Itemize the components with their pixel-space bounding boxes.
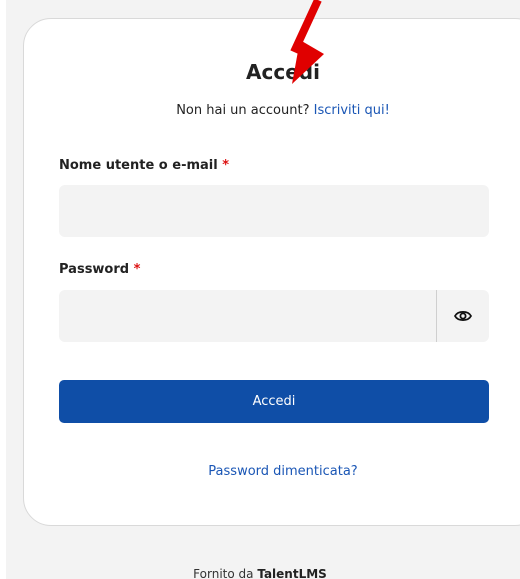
powered-by-text: Fornito da xyxy=(193,567,254,579)
powered-by-footer: Fornito da TalentLMS xyxy=(0,567,520,579)
red-arrow-icon xyxy=(290,0,324,84)
show-password-button[interactable] xyxy=(437,290,489,342)
username-label-text: Nome utente o e-mail xyxy=(59,158,218,173)
eye-icon xyxy=(454,310,472,322)
brand-link[interactable]: TalentLMS xyxy=(257,567,327,579)
password-label-text: Password xyxy=(59,262,130,277)
no-account-text: Non hai un account? xyxy=(176,103,310,118)
username-label: Nome utente o e-mail * xyxy=(59,158,229,173)
password-field[interactable] xyxy=(59,290,437,342)
signup-prompt: Non hai un account? Iscriviti qui! xyxy=(23,103,520,118)
password-label: Password * xyxy=(59,262,140,277)
forgot-password-link[interactable]: Password dimenticata? xyxy=(23,464,520,479)
username-field[interactable] xyxy=(59,185,489,237)
required-marker: * xyxy=(133,262,141,277)
required-marker: * xyxy=(222,158,230,173)
login-page: Accedi Non hai un account? Iscriviti qui… xyxy=(0,0,520,579)
signup-link[interactable]: Iscriviti qui! xyxy=(314,103,390,118)
password-field-wrapper xyxy=(59,290,489,342)
login-submit-button[interactable]: Accedi xyxy=(59,380,489,423)
page-title: Accedi xyxy=(246,60,320,84)
